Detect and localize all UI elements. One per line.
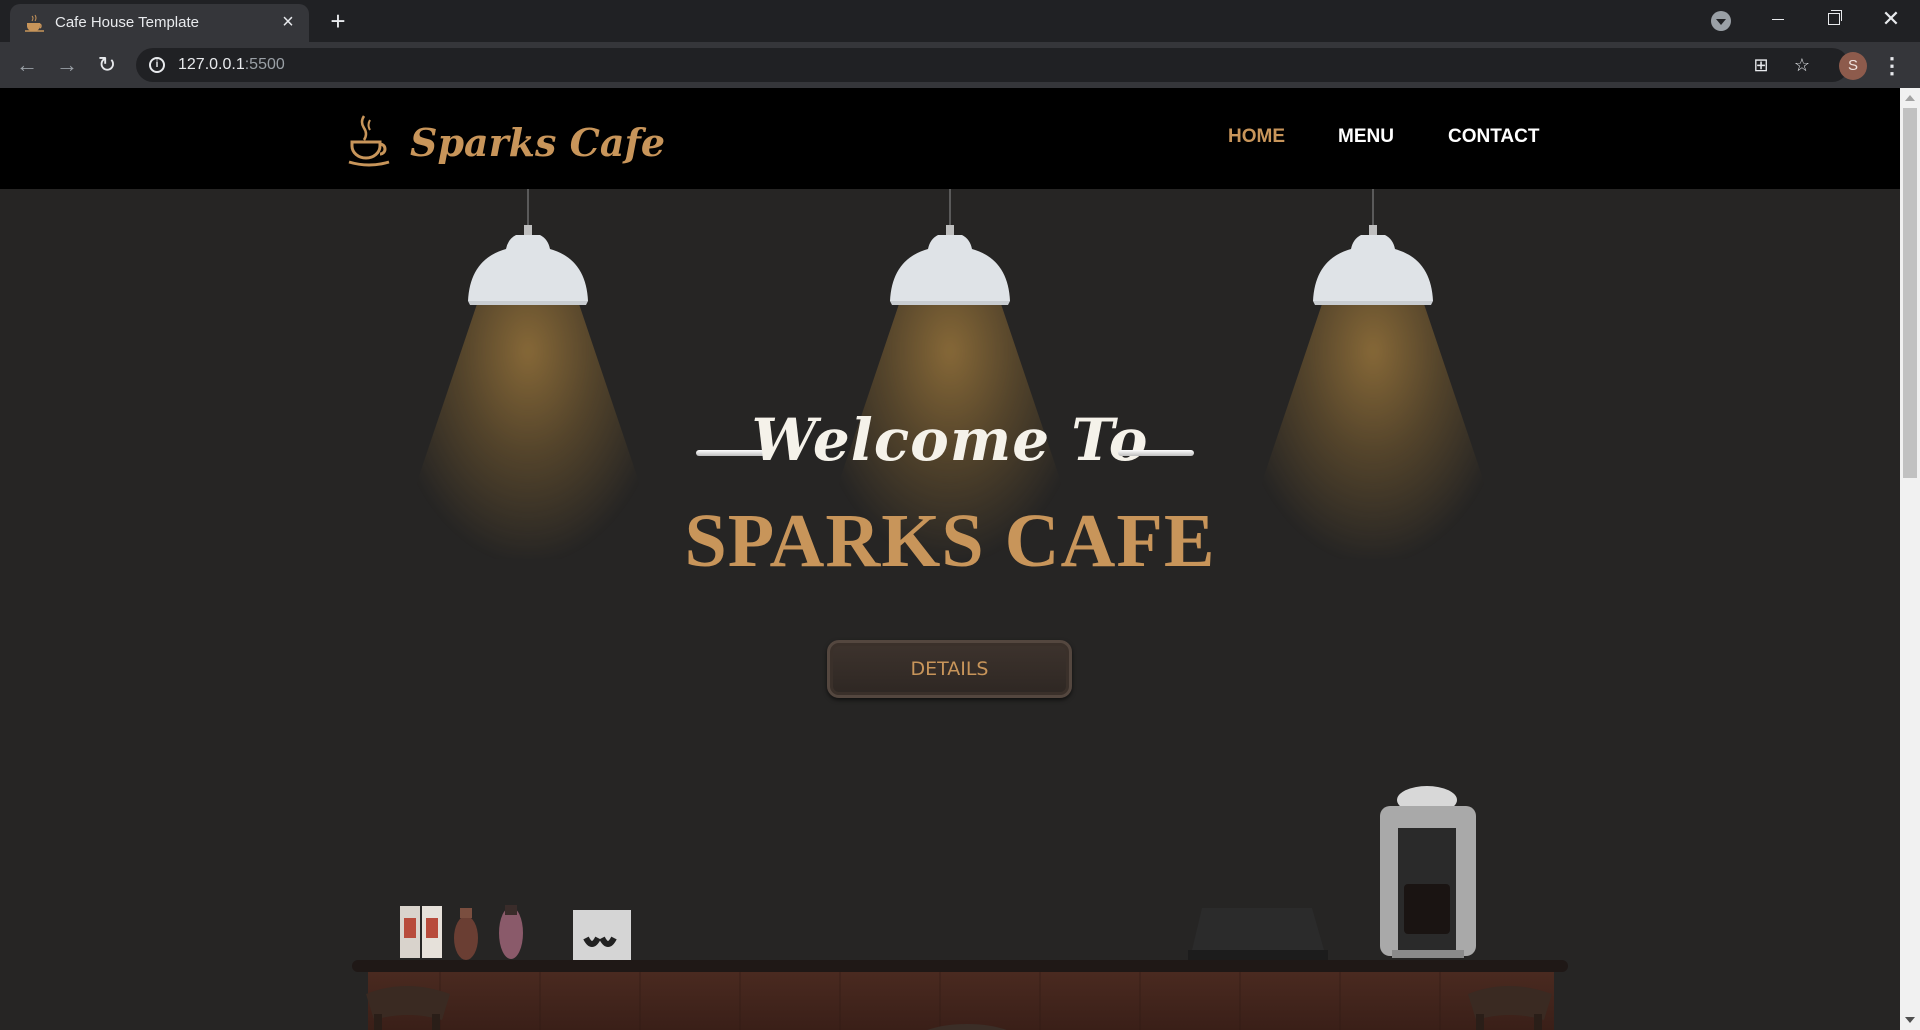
browser-tab-bar: Cafe House Template × + ✕ [0, 0, 1920, 42]
nav-menu-link[interactable]: MENU [1338, 126, 1394, 148]
back-arrow-icon[interactable]: ← [13, 51, 41, 79]
logo-text: Sparks Cafe [410, 120, 665, 165]
nav-contact-link[interactable]: CONTACT [1448, 126, 1539, 148]
site-info-icon[interactable]: i [149, 57, 165, 73]
scrollbar-thumb[interactable] [1903, 108, 1917, 478]
lamp-shade-icon [1313, 189, 1433, 305]
hero-title: SPARKS CAFE [684, 499, 1216, 583]
browser-toolbar: ← → ↻ i 127.0.0.1:5500 ⊞ ☆ S ⋮ [0, 42, 1920, 88]
nav-home-link[interactable]: HOME [1228, 126, 1285, 148]
extensions-icon[interactable]: ⊞ [1750, 54, 1772, 76]
tab-title: Cafe House Template [55, 14, 199, 31]
site-header: Sparks Cafe HOME MENU CONTACT [0, 88, 1900, 189]
reload-icon[interactable]: ↻ [93, 51, 121, 79]
address-bar[interactable]: i 127.0.0.1:5500 ⊞ ☆ [136, 48, 1849, 82]
page: Sparks Cafe HOME MENU CONTACT Welcome To… [0, 88, 1900, 1030]
lamp-shade-icon [468, 189, 588, 305]
bookmark-star-icon[interactable]: ☆ [1791, 54, 1813, 76]
tab-search-icon[interactable] [1711, 11, 1731, 31]
details-button[interactable]: DETAILS [827, 640, 1072, 698]
url-port: :5500 [244, 56, 285, 73]
coffee-cup-icon [25, 14, 44, 32]
browser-menu-icon[interactable]: ⋮ [1881, 52, 1903, 80]
coffee-cup-icon [348, 115, 390, 167]
cash-register [1188, 908, 1328, 964]
scroll-up-arrow-icon[interactable] [1905, 95, 1915, 101]
welcome-heading: Welcome To [0, 406, 1900, 474]
new-tab-button[interactable]: + [325, 8, 351, 34]
browser-tab[interactable]: Cafe House Template × [10, 4, 309, 42]
url-host: 127.0.0.1 [178, 56, 245, 73]
page-viewport: Sparks Cafe HOME MENU CONTACT Welcome To… [0, 88, 1920, 1030]
page-scrollbar[interactable] [1900, 88, 1920, 1030]
minimize-button[interactable] [1763, 6, 1793, 32]
espresso-machine [1380, 786, 1476, 958]
profile-avatar[interactable]: S [1839, 52, 1867, 80]
scroll-down-arrow-icon[interactable] [1905, 1017, 1915, 1023]
restore-button[interactable] [1818, 6, 1848, 32]
forward-arrow-icon[interactable]: → [53, 51, 81, 79]
close-window-button[interactable]: ✕ [1876, 6, 1906, 32]
welcome-text: Welcome To [751, 406, 1149, 474]
decorative-dash [1118, 450, 1194, 456]
close-tab-icon[interactable]: × [277, 11, 299, 33]
shelf-products [400, 905, 631, 962]
cafe-counter-illustration [352, 786, 1568, 1030]
lamp-shade-icon [890, 189, 1010, 305]
url-text[interactable]: 127.0.0.1:5500 [178, 56, 285, 74]
